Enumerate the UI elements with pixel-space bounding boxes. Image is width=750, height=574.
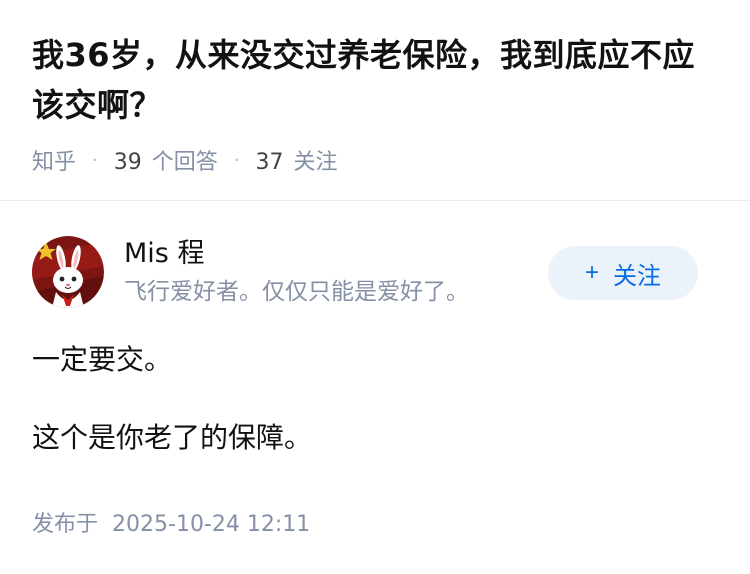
follow-button[interactable]: + 关注: [548, 246, 698, 300]
rabbit-avatar-icon: [32, 236, 104, 308]
question-title[interactable]: 我36岁，从来没交过养老保险，我到底应不应该交啊？: [32, 30, 722, 130]
plus-icon: +: [584, 259, 599, 286]
follow-button-label: 关注: [613, 262, 661, 290]
avatar[interactable]: [32, 236, 104, 308]
published-label: 发布于: [32, 512, 99, 537]
answer-paragraph: 一定要交。: [32, 343, 173, 376]
publish-info: 发布于 2025-10-24 12:11: [32, 506, 310, 538]
answer-count-label: 个回答: [151, 150, 218, 175]
follower-count-label: 关注: [293, 150, 338, 175]
source-label: 知乎: [32, 150, 77, 175]
question-header: 我36岁，从来没交过养老保险，我到底应不应该交啊？ 知乎 · 39 个回答 · 3…: [32, 30, 722, 176]
section-divider: [0, 200, 750, 201]
separator-dot: ·: [233, 149, 240, 171]
author-name[interactable]: Mis 程: [124, 236, 204, 272]
answer-paragraph: 这个是你老了的保障。: [32, 421, 313, 454]
answer-count-link[interactable]: 39 个回答: [114, 144, 218, 176]
separator-dot: ·: [92, 149, 98, 171]
author-info: Mis 程 飞行爱好者。仅仅只能是爱好了。 + 关注: [32, 236, 718, 312]
follower-count: 37: [255, 150, 284, 175]
answer-count: 39: [113, 150, 142, 175]
question-meta: 知乎 · 39 个回答 · 37 关注: [32, 144, 722, 176]
author-bio: 飞行爱好者。仅仅只能是爱好了。: [124, 279, 469, 305]
follower-count-link[interactable]: 37 关注: [256, 144, 338, 176]
published-time: 2025-10-24 12:11: [112, 512, 311, 537]
answer-content: 一定要交。 这个是你老了的保障。: [32, 336, 718, 462]
